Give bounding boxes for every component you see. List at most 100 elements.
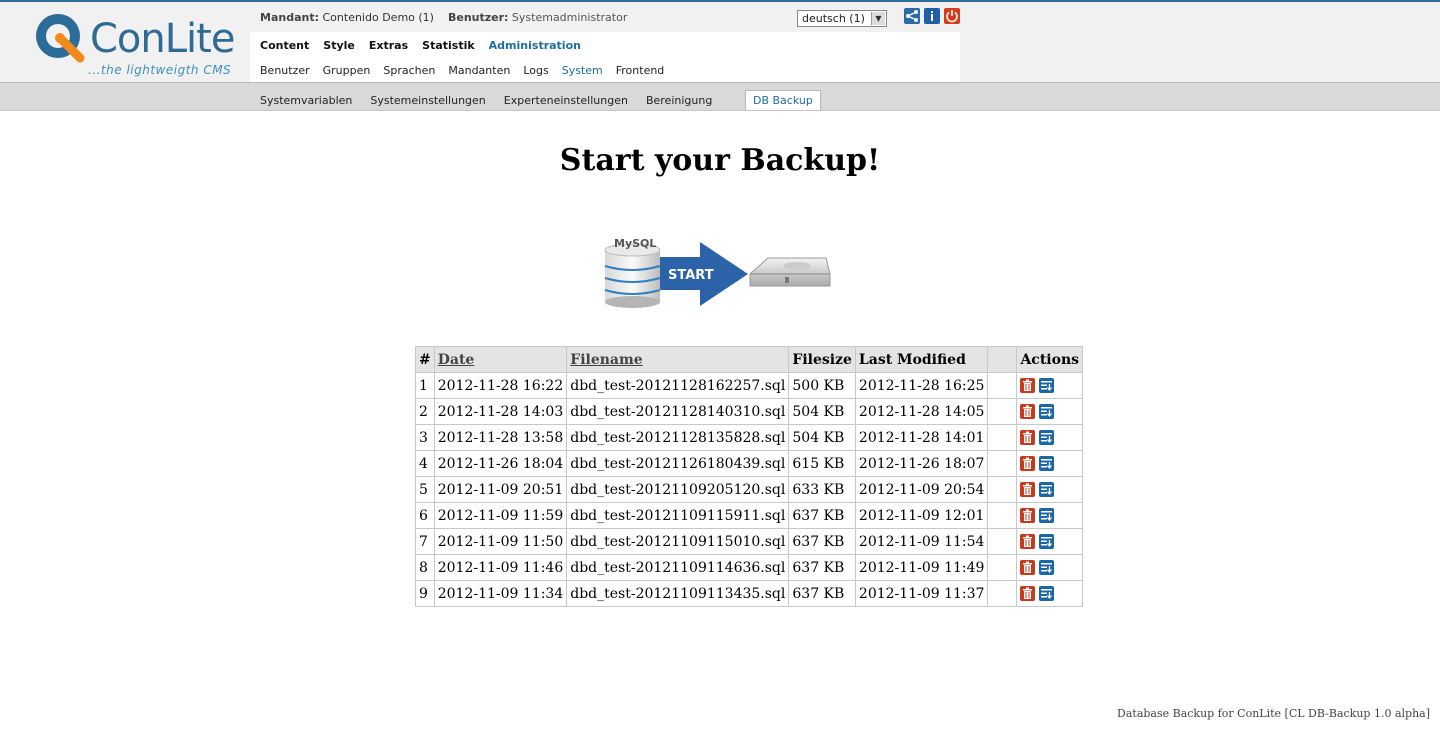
restore-icon[interactable] <box>1039 560 1055 575</box>
cell-empty <box>987 476 1018 503</box>
cell-empty <box>987 424 1018 451</box>
col-empty <box>987 346 1018 373</box>
cell-number: 1 <box>415 372 435 399</box>
nav-style[interactable]: Style <box>323 39 355 52</box>
logo-text: ConLite <box>90 16 235 62</box>
cell-last-modified: 2012-11-09 11:49 <box>854 554 989 581</box>
mandant-value: Contenido Demo (1) <box>322 11 434 24</box>
cell-last-modified: 2012-11-28 14:01 <box>854 424 989 451</box>
table-row: 4 2012-11-26 18:04 dbd_test-20121126180439… <box>415 450 1084 477</box>
col-filesize: Filesize <box>788 346 856 373</box>
cell-date: 2012-11-09 11:46 <box>433 554 568 581</box>
logo-icon <box>36 14 85 63</box>
header: ConLite ...the lightweigth CMS Mandant: … <box>0 2 1440 83</box>
restore-icon[interactable] <box>1039 378 1055 393</box>
cell-filesize: 637 KB <box>788 554 856 581</box>
col-last-modified: Last Modified <box>854 346 989 373</box>
tab-experteneinstellungen[interactable]: Experteneinstellungen <box>504 94 628 107</box>
col-filename: Filename <box>566 346 790 373</box>
restore-icon[interactable] <box>1039 508 1055 523</box>
restore-icon[interactable] <box>1039 534 1055 549</box>
restore-icon[interactable] <box>1039 456 1055 471</box>
trash-icon[interactable] <box>1020 456 1036 471</box>
cell-filesize: 633 KB <box>788 476 856 503</box>
tab-bereinigung[interactable]: Bereinigung <box>646 94 712 107</box>
cell-actions <box>1016 528 1084 555</box>
cell-empty <box>987 502 1018 529</box>
tabs: Systemvariablen Systemeinstellungen Expert… <box>260 94 730 107</box>
trash-icon[interactable] <box>1020 378 1036 393</box>
table-row: 1 2012-11-28 16:22 dbd_test-20121128162257… <box>415 372 1084 399</box>
backup-table: # Date Filename Filesize Last Modified A… <box>415 346 1084 607</box>
cell-last-modified: 2012-11-09 12:01 <box>854 502 989 529</box>
table-row: 9 2012-11-09 11:34 dbd_test-20121109113435… <box>415 580 1084 607</box>
cell-last-modified: 2012-11-09 20:54 <box>854 476 989 503</box>
cell-number: 7 <box>415 528 435 555</box>
subnav-sprachen[interactable]: Sprachen <box>383 64 435 77</box>
table-row: 6 2012-11-09 11:59 dbd_test-20121109115911… <box>415 502 1084 529</box>
cell-filesize: 637 KB <box>788 580 856 607</box>
cell-actions <box>1016 476 1084 503</box>
trash-icon[interactable] <box>1020 404 1036 419</box>
trash-icon[interactable] <box>1020 482 1036 497</box>
mandant-label: Mandant: <box>260 11 319 24</box>
cell-actions <box>1016 580 1084 607</box>
cell-last-modified: 2012-11-09 11:54 <box>854 528 989 555</box>
power-icon[interactable] <box>944 8 960 24</box>
cell-actions <box>1016 424 1084 451</box>
subnav-gruppen[interactable]: Gruppen <box>323 64 371 77</box>
cell-date: 2012-11-09 11:59 <box>433 502 568 529</box>
start-backup-button[interactable]: MySQL START <box>600 230 840 315</box>
restore-icon[interactable] <box>1039 482 1055 497</box>
trash-icon[interactable] <box>1020 586 1036 601</box>
cell-last-modified: 2012-11-28 14:05 <box>854 398 989 425</box>
cell-date: 2012-11-26 18:04 <box>433 450 568 477</box>
cell-actions <box>1016 554 1084 581</box>
tab-systemeinstellungen[interactable]: Systemeinstellungen <box>370 94 485 107</box>
info-icon[interactable] <box>924 8 940 24</box>
trash-icon[interactable] <box>1020 534 1036 549</box>
col-date: Date <box>433 346 568 373</box>
cell-actions <box>1016 502 1084 529</box>
cell-number: 2 <box>415 398 435 425</box>
tab-systemvariablen[interactable]: Systemvariablen <box>260 94 352 107</box>
language-select-value: deutsch (1) <box>802 12 865 25</box>
sort-date-link[interactable]: Date <box>438 352 475 368</box>
subnav-frontend[interactable]: Frontend <box>616 64 665 77</box>
restore-icon[interactable] <box>1039 586 1055 601</box>
trash-icon[interactable] <box>1020 508 1036 523</box>
language-select[interactable]: deutsch (1) ▼ <box>797 10 887 27</box>
tab-db-backup[interactable]: DB Backup <box>745 90 821 110</box>
nav-administration[interactable]: Administration <box>489 39 581 52</box>
cell-filesize: 637 KB <box>788 502 856 529</box>
subnav-benutzer[interactable]: Benutzer <box>260 64 310 77</box>
subnav-mandanten[interactable]: Mandanten <box>448 64 510 77</box>
nav-extras[interactable]: Extras <box>369 39 408 52</box>
nav-statistik[interactable]: Statistik <box>422 39 475 52</box>
nav-content[interactable]: Content <box>260 39 309 52</box>
cell-actions <box>1016 450 1084 477</box>
chevron-down-icon: ▼ <box>871 12 885 25</box>
cell-empty <box>987 398 1018 425</box>
subnav-logs[interactable]: Logs <box>523 64 548 77</box>
logo-subtitle: ...the lightweigth CMS <box>88 63 232 77</box>
cell-filesize: 615 KB <box>788 450 856 477</box>
cell-actions <box>1016 372 1084 399</box>
trash-icon[interactable] <box>1020 560 1036 575</box>
table-header-row: # Date Filename Filesize Last Modified A… <box>415 346 1084 373</box>
restore-icon[interactable] <box>1039 430 1055 445</box>
table-row: 8 2012-11-09 11:46 dbd_test-20121109114636… <box>415 554 1084 581</box>
table-row: 3 2012-11-28 13:58 dbd_test-20121128135828… <box>415 424 1084 451</box>
sort-filename-link[interactable]: Filename <box>570 352 642 368</box>
cell-date: 2012-11-28 14:03 <box>433 398 568 425</box>
restore-icon[interactable] <box>1039 404 1055 419</box>
cell-filename: dbd_test-20121109115010.sql <box>566 528 790 555</box>
cell-filename: dbd_test-20121126180439.sql <box>566 450 790 477</box>
share-icon[interactable] <box>904 8 920 24</box>
cell-date: 2012-11-09 20:51 <box>433 476 568 503</box>
table-row: 7 2012-11-09 11:50 dbd_test-20121109115010… <box>415 528 1084 555</box>
trash-icon[interactable] <box>1020 430 1036 445</box>
subnav-system[interactable]: System <box>562 64 603 77</box>
benutzer-label: Benutzer: <box>447 11 509 24</box>
cell-filename: dbd_test-20121128162257.sql <box>566 372 790 399</box>
